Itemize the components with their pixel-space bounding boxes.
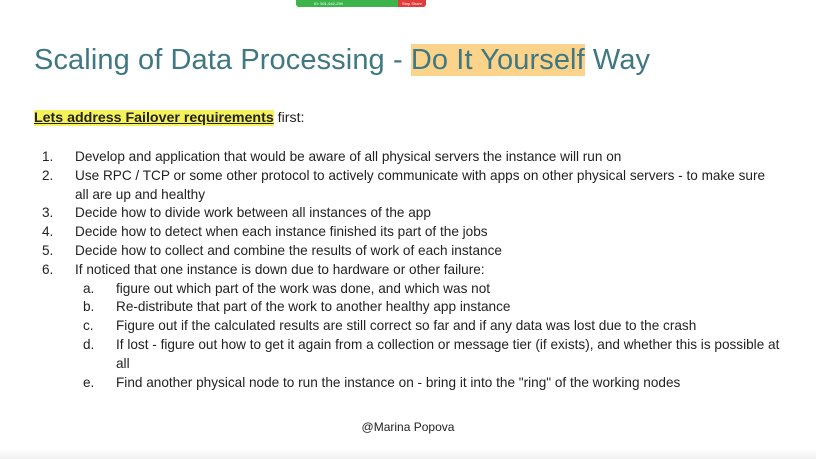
item-number: 5. <box>42 242 54 258</box>
subitem-text: figure out which part of the work was do… <box>116 280 491 296</box>
item-number: 4. <box>42 224 54 240</box>
slide-bottom-shadow <box>0 449 816 459</box>
subtitle-highlight: Lets address Failover requirements <box>34 110 274 126</box>
item-text: Decide how to collect and combine the re… <box>75 242 502 258</box>
subitem-letter: a. <box>83 280 95 296</box>
author-footer: @Marina Popova <box>361 420 455 434</box>
sub-list-item: a. figure out which part of the work was … <box>83 280 782 299</box>
item-number: 6. <box>42 261 54 277</box>
subitem-text: Figure out if the calculated results are… <box>116 318 697 334</box>
item-number: 2. <box>42 167 54 183</box>
subtitle-rest: first: <box>273 110 305 126</box>
slide-title: Scaling of Data Processing - Do It Yours… <box>34 44 650 77</box>
subitem-letter: c. <box>83 318 94 334</box>
item-text: Use RPC / TCP or some other protocol to … <box>75 167 766 202</box>
list-item: 2. Use RPC / TCP or some other protocol t… <box>42 167 782 205</box>
subitem-letter: e. <box>83 374 95 390</box>
subitem-letter: b. <box>83 299 95 315</box>
subitem-text: Re-distribute that part of the work to a… <box>116 299 511 315</box>
requirements-list: 1. Develop and application that would be … <box>42 148 782 392</box>
title-prefix: Scaling of Data Processing - <box>34 44 411 76</box>
list-item: 3. Decide how to divide work between all … <box>42 204 782 223</box>
item-text: If noticed that one instance is down due… <box>75 261 485 277</box>
sub-list-item: c. Figure out if the calculated results a… <box>83 317 782 336</box>
item-text: Decide how to detect when each instance … <box>75 224 488 240</box>
subitem-text: If lost - figure out how to get it again… <box>116 336 780 371</box>
sub-list-item: d. If lost - figure out how to get it aga… <box>83 336 782 374</box>
item-text: Develop and application that would be aw… <box>75 149 622 164</box>
item-text: Decide how to divide work between all in… <box>75 205 431 221</box>
screen-share-bar: ID: 501-642-259 Stop Share <box>296 0 426 7</box>
subitem-text: Find another physical node to run the in… <box>116 374 681 390</box>
list-item: 5. Decide how to collect and combine the … <box>42 242 782 261</box>
title-suffix: Way <box>584 44 651 76</box>
subitem-letter: d. <box>83 336 95 352</box>
item-number: 3. <box>42 205 54 221</box>
stop-share-button[interactable]: Stop Share <box>397 0 426 7</box>
list-item: 6. If noticed that one instance is down d… <box>42 261 782 280</box>
list-item: 1. Develop and application that would be … <box>42 148 782 167</box>
slide-subtitle: Lets address Failover requirements first… <box>34 110 304 126</box>
meeting-id: ID: 501-642-259 <box>314 1 343 6</box>
sub-list-item: e. Find another physical node to run the … <box>83 374 782 393</box>
list-item: 4. Decide how to detect when each instanc… <box>42 223 782 242</box>
title-highlight: Do It Yourself <box>410 44 585 76</box>
item-number: 1. <box>42 149 54 164</box>
sub-list-item: b. Re-distribute that part of the work to… <box>83 298 782 317</box>
